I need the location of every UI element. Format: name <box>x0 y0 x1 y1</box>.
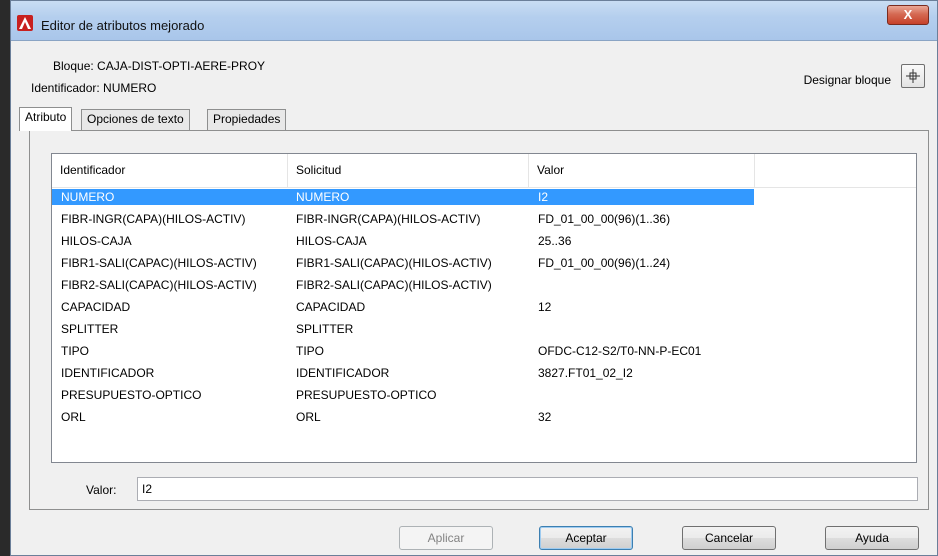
tab-propiedades[interactable]: Propiedades <box>207 109 287 130</box>
row-identifier: TIPO <box>61 344 90 358</box>
row-prompt: FIBR2-SALI(CAPAC)(HILOS-ACTIV) <box>296 278 492 292</box>
row-prompt: TIPO <box>296 344 325 358</box>
row-identifier: ORL <box>61 410 86 424</box>
row-value: 32 <box>538 410 552 424</box>
apply-button[interactable]: Aplicar <box>399 526 493 550</box>
attribute-list[interactable]: Identificador Solicitud Valor NUMERO NUM… <box>51 153 917 463</box>
selection-highlight <box>52 189 754 205</box>
tab-atributo[interactable]: Atributo <box>19 107 73 131</box>
row-prompt: PRESUPUESTO-OPTICO <box>296 388 437 402</box>
row-value: I2 <box>538 190 549 204</box>
background-window-edge <box>0 0 10 556</box>
row-value: FD_01_00_00(96)(1..24) <box>538 256 671 270</box>
row-identifier: FIBR1-SALI(CAPAC)(HILOS-ACTIV) <box>61 256 257 270</box>
table-row[interactable]: SPLITTER SPLITTER <box>52 318 916 340</box>
row-identifier: PRESUPUESTO-OPTICO <box>61 388 202 402</box>
value-field-label: Valor: <box>86 483 117 497</box>
row-prompt: IDENTIFICADOR <box>296 366 390 380</box>
table-row[interactable]: FIBR2-SALI(CAPAC)(HILOS-ACTIV) FIBR2-SAL… <box>52 274 916 296</box>
tab-opciones-de-texto[interactable]: Opciones de texto <box>81 109 190 130</box>
value-input[interactable]: I2 <box>137 477 918 501</box>
row-value: 12 <box>538 300 552 314</box>
row-value: 3827.FT01_02_I2 <box>538 366 633 380</box>
column-header-valor[interactable]: Valor <box>529 154 755 187</box>
column-header-solicitud[interactable]: Solicitud <box>288 154 529 187</box>
row-identifier: CAPACIDAD <box>61 300 131 314</box>
row-prompt: NUMERO <box>296 190 350 204</box>
table-row[interactable]: IDENTIFICADOR IDENTIFICADOR 3827.FT01_02… <box>52 362 916 384</box>
column-header-identificador[interactable]: Identificador <box>52 154 288 187</box>
autocad-app-icon <box>17 15 33 31</box>
row-identifier: IDENTIFICADOR <box>61 366 155 380</box>
row-prompt: ORL <box>296 410 321 424</box>
close-button[interactable]: X <box>887 5 929 25</box>
table-row[interactable]: TIPO TIPO OFDC-C12-S2/T0-NN-P-EC01 <box>52 340 916 362</box>
block-name-label: Bloque: CAJA-DIST-OPTI-AERE-PROY <box>53 59 266 73</box>
select-block-button[interactable] <box>901 64 925 88</box>
table-row[interactable]: FIBR1-SALI(CAPAC)(HILOS-ACTIV) FIBR1-SAL… <box>52 252 916 274</box>
row-identifier: FIBR-INGR(CAPA)(HILOS-ACTIV) <box>61 212 246 226</box>
row-identifier: FIBR2-SALI(CAPAC)(HILOS-ACTIV) <box>61 278 257 292</box>
row-prompt: FIBR1-SALI(CAPAC)(HILOS-ACTIV) <box>296 256 492 270</box>
row-prompt: SPLITTER <box>296 322 354 336</box>
row-value: FD_01_00_00(96)(1..36) <box>538 212 671 226</box>
row-prompt: HILOS-CAJA <box>296 234 367 248</box>
list-header: Identificador Solicitud Valor <box>52 154 916 188</box>
row-identifier: SPLITTER <box>61 322 119 336</box>
help-button[interactable]: Ayuda <box>825 526 919 550</box>
table-row[interactable]: CAPACIDAD CAPACIDAD 12 <box>52 296 916 318</box>
table-row[interactable]: FIBR-INGR(CAPA)(HILOS-ACTIV) FIBR-INGR(C… <box>52 208 916 230</box>
row-value: 25..36 <box>538 234 572 248</box>
title-bar: Editor de atributos mejorado X <box>11 1 937 41</box>
ok-button[interactable]: Aceptar <box>539 526 633 550</box>
select-block-label: Designar bloque <box>803 73 891 87</box>
row-identifier: HILOS-CAJA <box>61 234 132 248</box>
window-title: Editor de atributos mejorado <box>41 18 205 33</box>
table-row[interactable]: NUMERO NUMERO I2 <box>52 186 916 208</box>
row-value: OFDC-C12-S2/T0-NN-P-EC01 <box>538 344 702 358</box>
pick-crosshair-icon <box>906 69 920 83</box>
enhanced-attribute-editor-dialog: Editor de atributos mejorado X Bloque: C… <box>10 0 938 556</box>
row-prompt: FIBR-INGR(CAPA)(HILOS-ACTIV) <box>296 212 481 226</box>
row-identifier: NUMERO <box>61 190 115 204</box>
table-row[interactable]: PRESUPUESTO-OPTICO PRESUPUESTO-OPTICO <box>52 384 916 406</box>
table-row[interactable]: ORL ORL 32 <box>52 406 916 428</box>
table-row[interactable]: HILOS-CAJA HILOS-CAJA 25..36 <box>52 230 916 252</box>
tag-identifier-label: Identificador: NUMERO <box>31 81 157 95</box>
row-prompt: CAPACIDAD <box>296 300 366 314</box>
cancel-button[interactable]: Cancelar <box>682 526 776 550</box>
